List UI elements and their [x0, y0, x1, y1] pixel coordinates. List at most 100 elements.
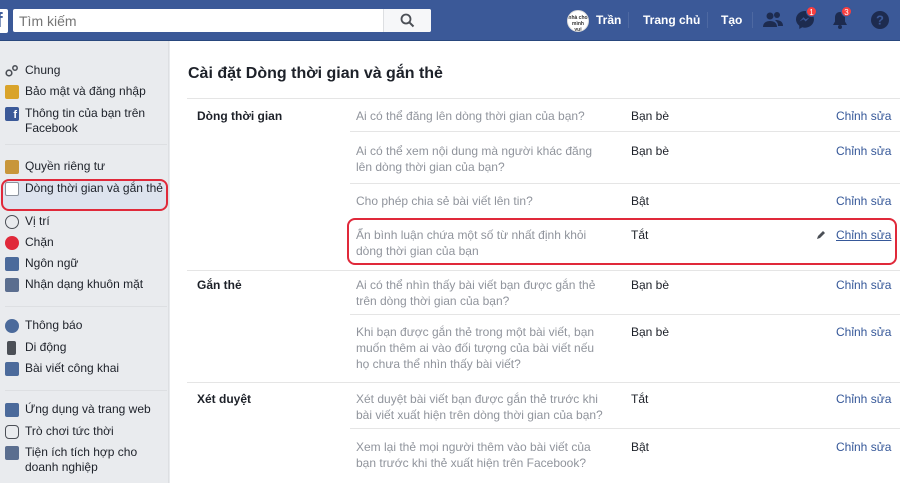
nav-divider	[752, 12, 753, 28]
edit-link[interactable]: Chỉnh sửa	[836, 325, 891, 339]
sidebar-item-face-recognition[interactable]: Nhận dạng khuôn mặt	[5, 277, 165, 292]
settings-main-panel: Cài đặt Dòng thời gian và gắn thẻ Dòng t…	[170, 41, 900, 483]
edit-link[interactable]: Chỉnh sửa	[836, 194, 891, 208]
gear-icon	[5, 64, 19, 78]
sidebar-divider	[5, 144, 167, 145]
sidebar-item-mobile[interactable]: Di động	[5, 340, 165, 355]
section-label-tagging: Gắn thẻ	[197, 278, 242, 292]
sidebar-item-privacy[interactable]: Quyền riêng tư	[5, 159, 165, 174]
sidebar-item-notifications[interactable]: Thông báo	[5, 318, 165, 333]
profile-name[interactable]: Trần	[596, 13, 621, 27]
setting-value: Bật	[631, 440, 650, 454]
sidebar-item-label: Trò chơi tức thời	[25, 424, 114, 438]
edit-link[interactable]: Chỉnh sửa	[836, 144, 891, 158]
notifications-button[interactable]: 3	[829, 6, 852, 34]
sidebar-item-label: Nhận dạng khuôn mặt	[25, 277, 144, 291]
section-divider	[187, 270, 900, 271]
setting-question: Xét duyệt bài viết bạn được gắn thẻ trướ…	[356, 392, 603, 422]
sidebar-item-business-integrations[interactable]: Tiện ích tích hợp cho doanh nghiệp	[5, 445, 165, 475]
setting-value: Bạn bè	[631, 278, 670, 292]
section-label-timeline: Dòng thời gian	[197, 109, 283, 123]
setting-value: Tắt	[631, 392, 649, 406]
timeline-icon	[5, 182, 19, 196]
logo-letter: f	[0, 10, 3, 33]
svg-text:?: ?	[876, 13, 884, 28]
sidebar-item-label: Bảo mật và đăng nhập	[25, 84, 146, 98]
page-title: Cài đặt Dòng thời gian và gắn thẻ	[188, 65, 443, 82]
sidebar-item-timeline-tagging[interactable]: Dòng thời gian và gắn thẻ	[5, 181, 165, 196]
home-link[interactable]: Trang chủ	[643, 13, 700, 27]
row-divider	[350, 131, 900, 132]
setting-question: Xem lại thẻ mọi người thêm vào bài viết …	[356, 440, 591, 470]
rss-icon	[5, 362, 19, 376]
sidebar-item-label: Tiện ích tích hợp cho doanh nghiệp	[25, 445, 138, 474]
help-icon: ?	[871, 11, 889, 29]
messages-button[interactable]: 1	[794, 6, 817, 34]
search-icon	[400, 13, 415, 28]
sidebar-item-label: Thông tin của bạn trên Facebook	[25, 106, 146, 135]
search-input[interactable]	[13, 9, 393, 32]
friend-requests-button[interactable]	[762, 9, 784, 34]
edit-link[interactable]: Chỉnh sửa	[836, 228, 891, 242]
setting-value: Bật	[631, 194, 650, 208]
sidebar-item-security[interactable]: Bảo mật và đăng nhập	[5, 84, 165, 99]
sidebar-item-instant-games[interactable]: Trò chơi tức thời	[5, 424, 165, 439]
sidebar-item-label: Vị trí	[25, 214, 50, 228]
row-divider	[350, 428, 900, 429]
nav-divider	[628, 12, 629, 28]
sidebar-item-your-info[interactable]: f Thông tin của bạn trên Facebook	[5, 106, 165, 136]
help-button[interactable]: ?	[869, 9, 891, 34]
sidebar-item-label: Bài viết công khai	[25, 361, 120, 375]
nav-divider	[707, 12, 708, 28]
sidebar-item-blocking[interactable]: Chặn	[5, 235, 165, 250]
top-navigation-bar: f nhà cho mình vui Trần Trang chủ Tạo 1 …	[0, 0, 900, 41]
business-icon	[5, 446, 19, 460]
sidebar-item-language[interactable]: Ngôn ngữ	[5, 256, 165, 271]
sidebar-item-label: Ứng dụng và trang web	[25, 402, 151, 416]
edit-link[interactable]: Chỉnh sửa	[836, 109, 891, 123]
sidebar-divider	[5, 390, 167, 391]
edit-link[interactable]: Chỉnh sửa	[836, 278, 891, 292]
sidebar-item-label: Chặn	[25, 235, 54, 249]
setting-value: Bạn bè	[631, 109, 670, 123]
search-button[interactable]	[383, 9, 431, 32]
title-divider	[187, 98, 900, 99]
edit-link[interactable]: Chỉnh sửa	[836, 392, 891, 406]
sidebar-item-label: Thông báo	[25, 318, 83, 332]
facebook-logo[interactable]: f	[0, 9, 8, 33]
location-icon	[5, 215, 19, 229]
create-link[interactable]: Tạo	[721, 13, 742, 27]
friends-icon	[763, 12, 783, 27]
sidebar-divider	[5, 306, 167, 307]
face-icon	[5, 278, 19, 292]
setting-question: Ai có thể đăng lên dòng thời gian của bạ…	[356, 109, 585, 123]
setting-value: Bạn bè	[631, 325, 670, 339]
globe-icon	[5, 319, 19, 333]
setting-question: Ai có thể nhìn thấy bài viết bạn được gắ…	[356, 278, 596, 308]
language-icon	[5, 257, 19, 271]
notifications-badge: 3	[841, 6, 852, 17]
profile-link[interactable]: nhà cho mình vui	[567, 9, 589, 33]
edit-link[interactable]: Chỉnh sửa	[836, 440, 891, 454]
lock-icon	[5, 160, 19, 174]
section-divider	[187, 382, 900, 383]
row-divider	[350, 314, 900, 315]
sidebar-item-location[interactable]: Vị trí	[5, 214, 165, 229]
apps-icon	[5, 403, 19, 417]
section-label-review: Xét duyệt	[197, 392, 252, 406]
sidebar-item-apps-websites[interactable]: Ứng dụng và trang web	[5, 402, 165, 417]
sidebar-item-label: Dòng thời gian và gắn thẻ	[25, 181, 163, 195]
setting-question: Ẩn bình luận chứa một số từ nhất định kh…	[356, 228, 587, 258]
sidebar-item-public-posts[interactable]: Bài viết công khai	[5, 361, 165, 376]
avatar: nhà cho mình vui	[567, 10, 589, 32]
settings-sidebar: Chung Bảo mật và đăng nhập f Thông tin c…	[0, 41, 169, 483]
sidebar-item-label: Di động	[25, 340, 67, 354]
sidebar-item-general[interactable]: Chung	[5, 63, 165, 78]
facebook-icon: f	[5, 107, 19, 121]
sidebar-item-label: Quyền riêng tư	[25, 159, 106, 173]
setting-question: Cho phép chia sẻ bài viết lên tin?	[356, 194, 533, 208]
gamepad-icon	[5, 425, 19, 439]
row-divider	[350, 183, 900, 184]
setting-question: Khi bạn được gắn thẻ trong một bài viết,…	[356, 325, 595, 371]
mobile-icon	[7, 341, 16, 355]
